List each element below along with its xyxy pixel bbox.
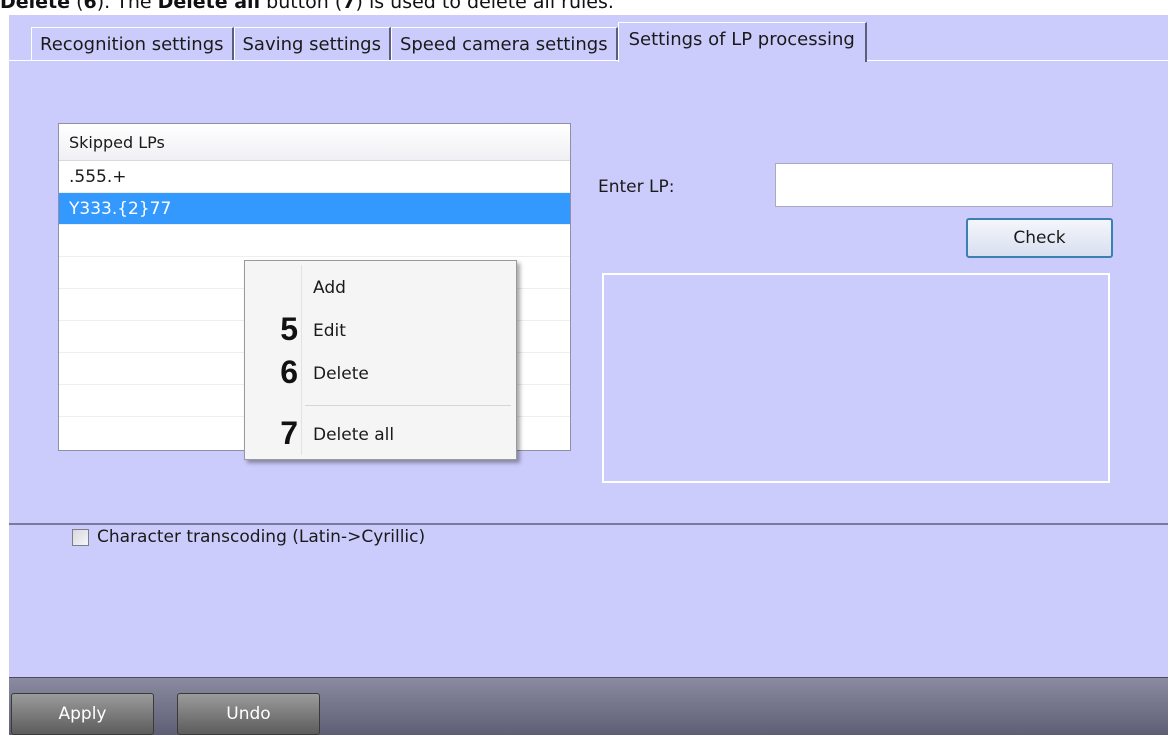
enter-lp-label: Enter LP:: [598, 177, 675, 197]
caption-text-end: ) is used to delete all rules.: [355, 0, 614, 13]
menu-item-delete-all[interactable]: 7 Delete all: [245, 415, 516, 455]
character-transcoding-option[interactable]: Character transcoding (Latin->Cyrillic): [72, 527, 425, 547]
character-transcoding-label: Character transcoding (Latin->Cyrillic): [97, 527, 426, 547]
apply-button[interactable]: Apply: [11, 693, 154, 735]
menu-item-delete-label: Delete: [313, 364, 369, 384]
enter-lp-input[interactable]: [775, 163, 1113, 207]
settings-window: Recognition settings Saving settings Spe…: [9, 15, 1168, 735]
check-button[interactable]: Check: [966, 218, 1113, 258]
menu-item-edit[interactable]: 5 Edit: [245, 311, 516, 351]
caption-delete-all-word: Delete all: [157, 0, 261, 13]
list-item[interactable]: .555.+: [59, 161, 570, 193]
caption-delete-word: Delete: [0, 0, 71, 13]
bottom-toolbar: Apply Undo: [9, 677, 1168, 735]
menu-item-delete-all-label: Delete all: [313, 425, 395, 445]
menu-item-add[interactable]: Add: [245, 268, 516, 308]
callout-number-5: 5: [280, 311, 298, 347]
menu-item-edit-label: Edit: [313, 321, 346, 341]
tab-saving-settings[interactable]: Saving settings: [233, 27, 391, 61]
tab-speed-camera-settings[interactable]: Speed camera settings: [390, 27, 618, 61]
context-menu: Add 5 Edit 6 Delete 7 Delete all: [244, 260, 517, 460]
caption-text-mid: ). The: [96, 0, 158, 13]
skipped-lps-header[interactable]: Skipped LPs: [59, 124, 570, 161]
caption-delete-all-num: 7: [342, 0, 356, 13]
tab-settings-of-lp-processing[interactable]: Settings of LP processing: [617, 22, 867, 62]
menu-item-add-label: Add: [313, 278, 346, 298]
caption-text-button: button (: [260, 0, 343, 13]
menu-separator: [305, 405, 511, 406]
tab-strip: Recognition settings Saving settings Spe…: [31, 17, 867, 62]
list-item[interactable]: [59, 225, 570, 257]
instruction-caption: Delete (6). The Delete all button (7) is…: [0, 0, 614, 15]
caption-delete-num: 6: [83, 0, 97, 13]
menu-item-delete[interactable]: 6 Delete: [245, 354, 516, 394]
tab-recognition-settings[interactable]: Recognition settings: [31, 27, 234, 61]
character-transcoding-checkbox[interactable]: [72, 528, 89, 546]
undo-button[interactable]: Undo: [177, 693, 320, 735]
tab-panel: Skipped LPs .555.+ Y333.{2}77 Enter LP: …: [9, 60, 1168, 547]
check-result-box: [602, 273, 1110, 483]
callout-number-6: 6: [280, 354, 298, 390]
list-item-selected[interactable]: Y333.{2}77: [59, 193, 570, 225]
callout-number-7: 7: [280, 415, 298, 451]
